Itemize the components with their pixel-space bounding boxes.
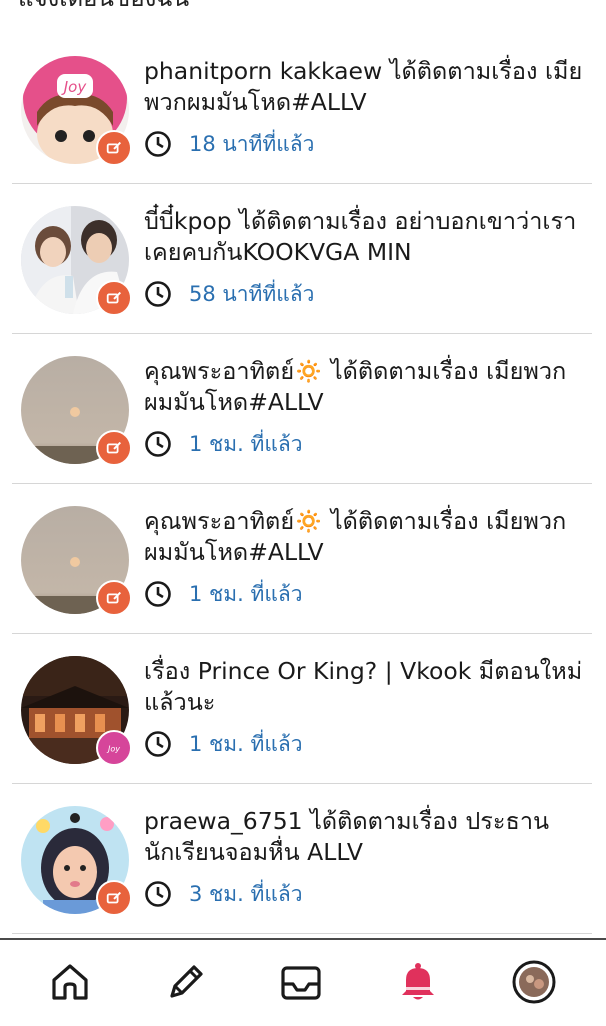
notification-item[interactable]: คุณพระอาทิตย์🔅 ได้ติดตามเรื่อง เมียพวกผม… xyxy=(12,334,592,484)
time-label: 1 ชม. ที่แล้ว xyxy=(189,731,303,756)
home-icon[interactable] xyxy=(46,958,94,1006)
notification-text: เรื่อง Prince Or King? | Vkook มีตอนใหม่… xyxy=(144,657,583,716)
time-label: 18 นาทีที่แล้ว xyxy=(189,131,315,156)
notification-text: คุณพระอาทิตย์🔅 ได้ติดตามเรื่อง เมียพวกผม… xyxy=(144,357,567,416)
notification-text: บี๋บี๋kpop ได้ติดตามเรื่อง อย่าบอกเขาว่า… xyxy=(144,207,577,266)
notification-text: phanitporn kakkaew ได้ติดตามเรื่อง เมียพ… xyxy=(144,57,583,116)
inbox-icon[interactable] xyxy=(277,958,325,1006)
clock-icon xyxy=(145,431,171,457)
notification-time: 3 ชม. ที่แล้ว xyxy=(144,878,303,910)
clock-icon xyxy=(145,881,171,907)
clock-icon xyxy=(145,731,171,757)
svg-text:Joy: Joy xyxy=(106,744,120,754)
notification-list: Joy phanitporn kakkaew ได้ติดตามเรื่อง เ… xyxy=(0,34,606,934)
header-title-cutoff: แจ้งเตือนของฉัน xyxy=(0,0,606,34)
notification-item[interactable]: Joy เรื่อง Prince Or King? | Vkook มีตอน… xyxy=(12,634,592,784)
follow-badge-icon xyxy=(106,441,122,454)
follow-badge-icon xyxy=(106,591,122,604)
follow-badge xyxy=(96,430,132,466)
notification-time: 1 ชม. ที่แล้ว xyxy=(144,578,303,610)
profile-avatar[interactable] xyxy=(510,958,558,1006)
follow-badge xyxy=(96,580,132,616)
follow-badge-icon xyxy=(106,141,122,154)
bell-icon[interactable] xyxy=(394,958,442,1006)
notification-item[interactable]: บี๋บี๋kpop ได้ติดตามเรื่อง อย่าบอกเขาว่า… xyxy=(12,184,592,334)
notification-text: คุณพระอาทิตย์🔅 ได้ติดตามเรื่อง เมียพวกผม… xyxy=(144,507,567,566)
clock-icon xyxy=(145,581,171,607)
clock-icon xyxy=(145,131,171,157)
notification-item[interactable]: praewa_6751 ได้ติดตามเรื่อง ประธานนักเรี… xyxy=(12,784,592,934)
time-label: 1 ชม. ที่แล้ว xyxy=(189,581,303,606)
follow-badge xyxy=(96,880,132,916)
header-title: แจ้งเตือนของฉัน xyxy=(18,0,189,17)
follow-badge-icon xyxy=(106,891,122,904)
notification-time: 18 นาทีที่แล้ว xyxy=(144,128,314,160)
follow-badge xyxy=(96,280,132,316)
time-label: 1 ชม. ที่แล้ว xyxy=(189,431,303,456)
notification-text: praewa_6751 ได้ติดตามเรื่อง ประธานนักเรี… xyxy=(144,807,550,866)
joy-badge: Joy xyxy=(96,730,132,766)
time-label: 58 นาทีที่แล้ว xyxy=(189,281,315,306)
follow-badge xyxy=(96,130,132,166)
notification-item[interactable]: คุณพระอาทิตย์🔅 ได้ติดตามเรื่อง เมียพวกผม… xyxy=(12,484,592,634)
time-label: 3 ชม. ที่แล้ว xyxy=(189,881,303,906)
notification-time: 1 ชม. ที่แล้ว xyxy=(144,428,303,460)
notification-time: 1 ชม. ที่แล้ว xyxy=(144,728,303,760)
pencil-icon[interactable] xyxy=(162,958,210,1006)
joy-badge-icon: Joy xyxy=(106,744,120,754)
notification-item[interactable]: Joy phanitporn kakkaew ได้ติดตามเรื่อง เ… xyxy=(12,34,592,184)
joy-logo-text: Joy xyxy=(61,78,88,96)
bottom-nav xyxy=(0,938,606,1026)
notification-time: 58 นาทีที่แล้ว xyxy=(144,278,314,310)
follow-badge-icon xyxy=(106,291,122,304)
clock-icon xyxy=(145,281,171,307)
